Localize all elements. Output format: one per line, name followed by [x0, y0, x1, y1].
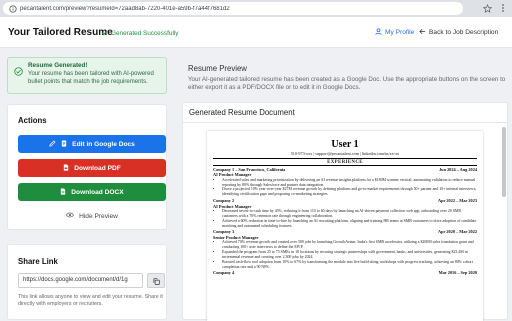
status-text: Generated Successfully	[111, 30, 179, 37]
back-to-job-description-link[interactable]: Back to Job Description	[419, 28, 498, 37]
job-bullet: Boosted cash-flow tool adoption from 10%…	[222, 260, 477, 270]
resume-job: Company 4 Mar 2016 – Sep 2020	[213, 270, 477, 275]
scrollbar-thumb[interactable]	[502, 127, 506, 197]
resume-job: Company 1 – San Francisco, California Jun…	[213, 167, 477, 197]
address-bar[interactable]: pecantalent.com/preview?resumeId=72aad8a…	[3, 2, 463, 15]
app-header: Your Tailored Resume Generated Successfu…	[0, 17, 512, 48]
share-link-field[interactable]: https://docs.google.com/document/d/1g	[18, 273, 143, 288]
share-link-card: Share Link https://docs.google.com/docum…	[7, 244, 167, 320]
edit-in-google-docs-button[interactable]: Edit in Google Docs	[18, 135, 166, 153]
resume-section-heading: EXPERIENCE	[213, 158, 477, 166]
document-panel-title: Generated Resume Document	[189, 108, 295, 117]
copy-link-button[interactable]	[147, 273, 165, 288]
user-icon	[375, 28, 382, 37]
resume-document[interactable]: User 1 510-973-xxx | support@pecantalent…	[207, 131, 483, 321]
alert-title: Resume Generated!	[28, 62, 88, 69]
document-scrollbar[interactable]	[501, 123, 507, 321]
actions-title: Actions	[18, 116, 47, 125]
resume-job: Company 3 Apr 2020 – Mar 2022 Senior Prod…	[213, 229, 477, 269]
browser-toolbar: pecantalent.com/preview?resumeId=72aad8a…	[0, 0, 512, 17]
resume-preview-section: Resume Preview Your AI-generated tailore…	[178, 57, 509, 321]
my-profile-link[interactable]: My Profile	[375, 28, 414, 37]
check-icon	[101, 29, 108, 38]
divider	[183, 122, 509, 123]
resume-name: User 1	[331, 139, 359, 150]
job-bullet: Achieved a 60% reduction in time-to-hire…	[222, 219, 477, 229]
share-link-title: Share Link	[18, 257, 58, 266]
hide-preview-button[interactable]: Hide Preview	[18, 207, 166, 225]
actions-card: Actions Edit in Google Docs Download PDF…	[7, 104, 167, 230]
download-docx-button[interactable]: Download DOCX	[18, 183, 166, 201]
download-pdf-button[interactable]: Download PDF	[18, 159, 166, 177]
job-bullet: Decreased invest-to-cash time by 45%, re…	[222, 209, 477, 219]
file-word-icon	[60, 187, 66, 197]
job-bullet: Drove a projected 10% year-over-year $27…	[222, 187, 477, 197]
job-dates: Apr 2022 – Mar 2023	[438, 198, 477, 204]
check-circle-icon	[14, 63, 23, 81]
arrow-left-icon	[419, 28, 426, 37]
url-text: pecantalent.com/preview?resumeId=72aad8a…	[20, 5, 230, 12]
job-company: Company 4	[213, 270, 235, 276]
job-dates: Jun 2024 – Aug 2024	[439, 167, 477, 172]
google-docs-label: Edit in Google Docs	[72, 140, 135, 148]
download-pdf-label: Download PDF	[74, 164, 121, 172]
job-bullet: Accelerated sales and marketing prioriti…	[222, 178, 477, 188]
eye-icon	[66, 212, 74, 220]
preview-description: Your AI-generated tailored resume has be…	[188, 76, 506, 91]
pencil-icon	[49, 139, 56, 149]
job-bullet: Expanded the program from 25 to 75 SMEs …	[222, 250, 477, 260]
my-profile-label: My Profile	[385, 29, 415, 36]
job-dates: Apr 2020 – Mar 2022	[438, 229, 477, 235]
alert-body: Your resume has been tailored with AI-po…	[28, 71, 154, 85]
preview-title: Resume Preview	[188, 64, 247, 73]
hide-preview-label: Hide Preview	[79, 212, 118, 220]
download-docx-label: Download DOCX	[71, 188, 124, 196]
generated-document-panel: Generated Resume Document User 1 510-973…	[182, 102, 509, 321]
docs-doc-icon	[61, 139, 67, 149]
resume-job: Company 2 Apr 2022 – Mar 2023 AI Product …	[213, 198, 477, 228]
job-bullet: Achieved 70% revenue growth and created …	[222, 240, 477, 250]
page-title: Your Tailored Resume	[8, 27, 113, 38]
bookmark-star-icon[interactable]	[482, 3, 492, 13]
success-alert: Resume Generated! Your resume has been t…	[7, 57, 167, 94]
share-link-note: This link allows anyone to view and edit…	[18, 294, 163, 307]
file-pdf-icon	[63, 163, 69, 173]
generation-status: Generated Successfully	[101, 29, 179, 38]
back-link-label: Back to Job Description	[429, 29, 499, 36]
menu-dots-icon[interactable]	[498, 3, 508, 13]
copy-icon	[153, 272, 160, 290]
job-role: AI Product Manager	[213, 172, 252, 178]
site-info-icon[interactable]	[8, 4, 17, 13]
resume-contact: 510-973-xxx | support@pecantalent.com | …	[290, 151, 400, 156]
job-dates: Mar 2016 – Sep 2020	[438, 270, 477, 276]
